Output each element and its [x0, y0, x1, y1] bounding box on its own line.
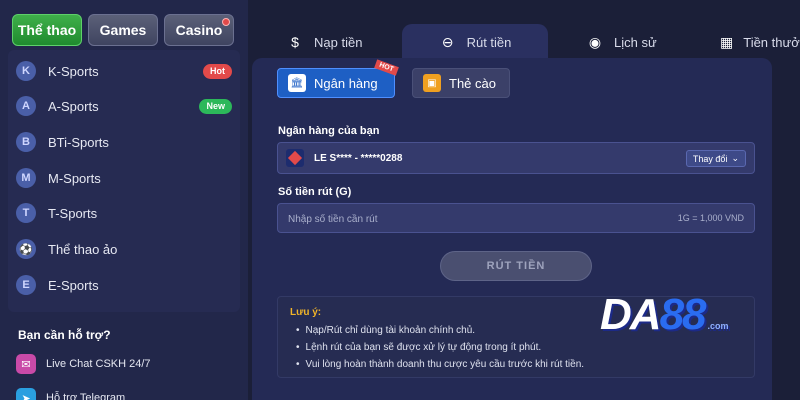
- sidebar-item-label: A-Sports: [48, 98, 99, 114]
- tab-label: Tiền thưởng: [743, 34, 800, 50]
- sidebar-item-a-sports[interactable]: A A-Sports New: [16, 91, 240, 121]
- note-line: Lệnh rút của bạn sẽ được xử lý tự động t…: [296, 342, 542, 353]
- change-bank-button[interactable]: Thay đổi ⌄: [685, 150, 746, 167]
- sidebar-item-e-sports[interactable]: E E-Sports: [16, 270, 240, 300]
- scratch-card-icon: ▣: [423, 74, 441, 92]
- sidebar-item-k-sports[interactable]: K K-Sports Hot: [16, 56, 240, 86]
- sidebar-item-bti-sports[interactable]: B BTi-Sports: [16, 127, 240, 157]
- sidebar-item-t-sports[interactable]: T T-Sports: [16, 198, 240, 228]
- help-title: Bạn cần hỗ trợ?: [18, 328, 111, 342]
- bank-icon: 🏛: [288, 74, 306, 92]
- withdraw-icon: ⊖: [441, 33, 454, 50]
- method-card-button[interactable]: ▣ Thẻ cào: [412, 68, 510, 98]
- method-card-label: Thẻ cào: [449, 75, 496, 91]
- exchange-rate: 1G = 1,000 VND: [677, 213, 744, 223]
- telegram-icon: ➤: [16, 388, 36, 400]
- deposit-icon: $: [291, 34, 299, 50]
- sidebar-item-label: Thể thao ảo: [48, 241, 118, 257]
- sidebar-item-label: T-Sports: [48, 205, 98, 221]
- tab-casino-label: Casino: [175, 22, 223, 38]
- chat-icon: ✉: [16, 354, 36, 374]
- history-icon: ◉: [588, 33, 602, 50]
- bank-account-text: LE S**** - *****0288: [314, 152, 403, 164]
- wallet-tabs: $ Nạp tiền ⊖ Rút tiền ◉ Lịch sử ▦ Tiền t…: [256, 24, 800, 60]
- live-chat-link[interactable]: ✉ Live Chat CSKH 24/7: [16, 352, 246, 376]
- tab-label: Rút tiền: [466, 34, 512, 50]
- gift-icon: ▦: [720, 33, 734, 50]
- tab-withdraw[interactable]: ⊖ Rút tiền: [402, 24, 548, 60]
- sidebar-item-label: M-Sports: [48, 170, 101, 186]
- note-line: Vui lòng hoàn thành doanh thu cược yêu c…: [296, 359, 585, 370]
- t-sports-icon: T: [16, 203, 36, 223]
- help-item-label: Live Chat CSKH 24/7: [46, 358, 151, 370]
- sidebar-item-m-sports[interactable]: M M-Sports: [16, 163, 240, 193]
- amount-input[interactable]: [288, 211, 588, 227]
- sports-list: K K-Sports Hot A A-Sports New B BTi-Spor…: [8, 50, 240, 312]
- telegram-link[interactable]: ➤ Hỗ trợ Telegram: [16, 386, 246, 400]
- hot-tag: HOT: [374, 59, 399, 76]
- help-item-label: Hỗ trợ Telegram: [46, 392, 126, 400]
- brand-number: 88: [659, 290, 707, 339]
- notes-title: Lưu ý:: [290, 307, 322, 318]
- e-sports-icon: E: [16, 275, 36, 295]
- notification-dot-icon: [222, 18, 230, 26]
- hot-badge: Hot: [203, 63, 232, 79]
- brand-suffix: .com: [707, 321, 729, 331]
- method-bank-label: Ngân hàng: [314, 75, 378, 91]
- note-line: Nạp/Rút chỉ dùng tài khoản chính chủ.: [296, 325, 476, 336]
- sidebar-item-label: BTi-Sports: [48, 134, 109, 150]
- bank-logo-icon: [286, 149, 304, 167]
- sidebar: Thể thao Games Casino K K-Sports Hot A A…: [0, 0, 248, 400]
- bti-sports-icon: B: [16, 132, 36, 152]
- tab-casino[interactable]: Casino: [164, 14, 234, 46]
- change-bank-label: Thay đổi: [692, 153, 728, 164]
- tab-label: Nạp tiền: [314, 34, 363, 50]
- sidebar-item-label: K-Sports: [48, 63, 99, 79]
- withdraw-button[interactable]: RÚT TIỀN: [440, 251, 592, 281]
- tab-games[interactable]: Games: [88, 14, 158, 46]
- tab-sports[interactable]: Thể thao: [12, 14, 82, 46]
- tab-label: Lịch sử: [614, 34, 657, 50]
- category-tabs: Thể thao Games Casino: [12, 14, 234, 46]
- amount-field-label: Số tiền rút (G): [278, 186, 352, 198]
- m-sports-icon: M: [16, 168, 36, 188]
- virtual-sports-icon: ⚽: [16, 239, 36, 259]
- a-sports-icon: A: [16, 96, 36, 116]
- sidebar-item-virtual-sports[interactable]: ⚽ Thể thao ảo: [16, 234, 240, 264]
- method-bank-button[interactable]: 🏛 Ngân hàng HOT: [277, 59, 399, 98]
- bank-field-label: Ngân hàng của bạn: [278, 125, 380, 137]
- tab-bonus[interactable]: ▦ Tiền thưởng: [720, 24, 800, 60]
- amount-field: 1G = 1,000 VND: [277, 203, 755, 233]
- k-sports-icon: K: [16, 61, 36, 81]
- brand-letters: DA: [600, 290, 662, 339]
- new-badge: New: [199, 98, 232, 114]
- withdraw-panel: 🏛 Ngân hàng HOT ▣ Thẻ cào Ngân hàng của …: [252, 58, 772, 400]
- sidebar-item-label: E-Sports: [48, 277, 99, 293]
- tab-deposit[interactable]: $ Nạp tiền: [286, 24, 406, 60]
- chevron-down-icon: ⌄: [731, 153, 739, 163]
- brand-logo: DA88 .com: [600, 290, 790, 339]
- tab-history[interactable]: ◉ Lịch sử: [586, 24, 696, 60]
- bank-account-select[interactable]: LE S**** - *****0288 Thay đổi ⌄: [277, 142, 755, 174]
